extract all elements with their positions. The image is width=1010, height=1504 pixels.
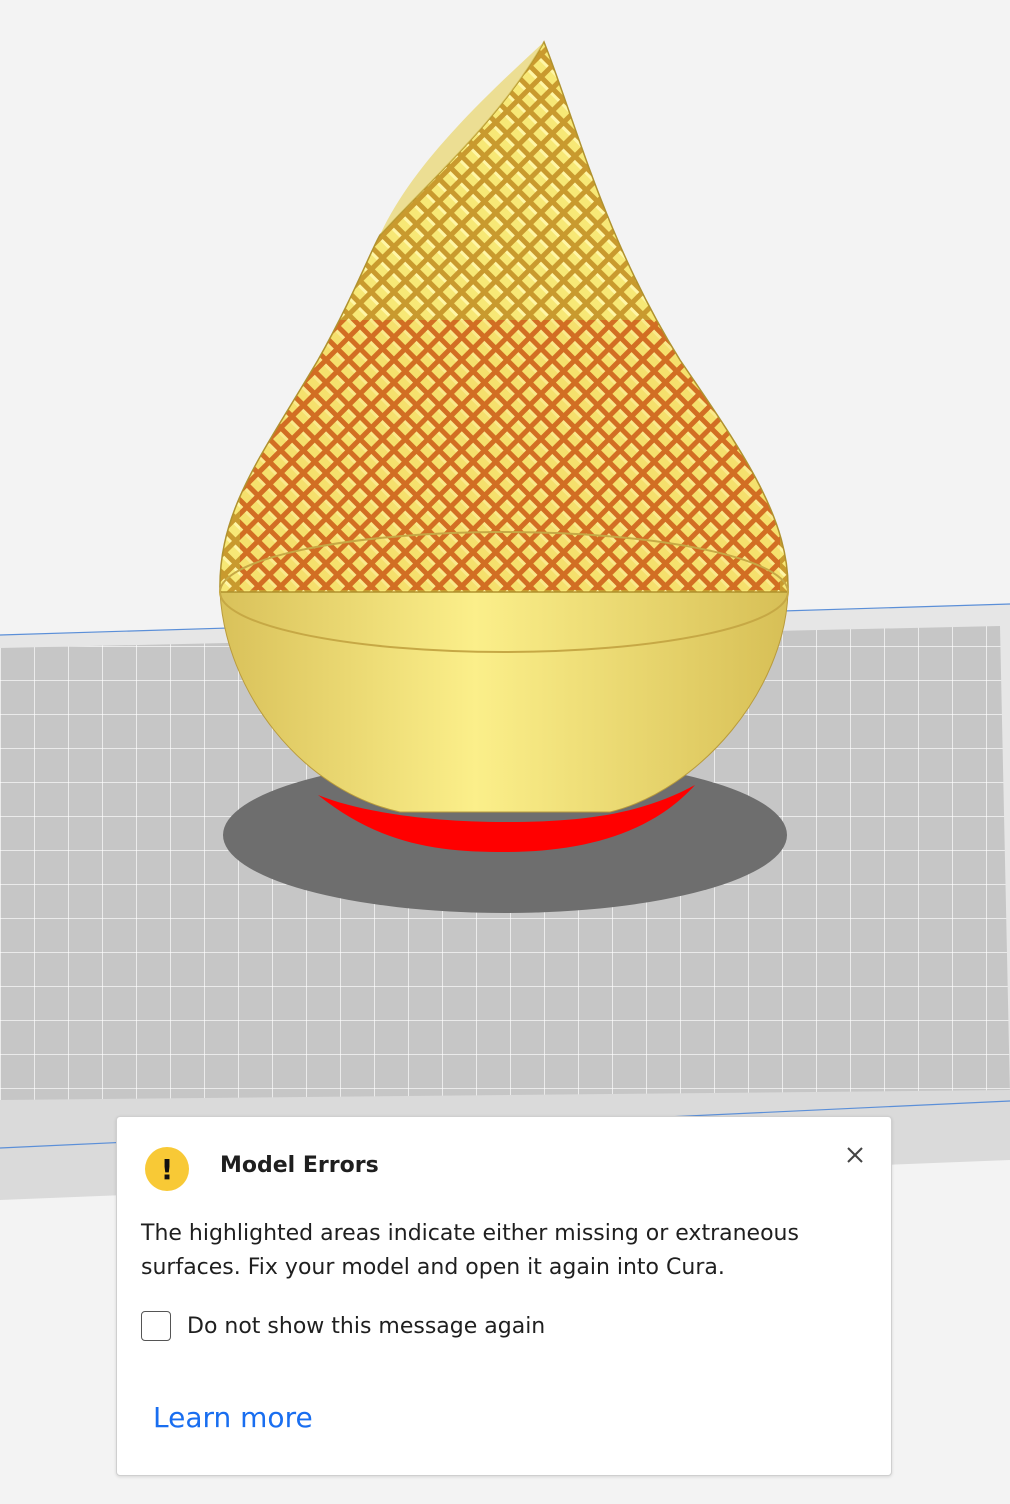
dont-show-again-label[interactable]: Do not show this message again [187,1314,545,1339]
warning-exclamation-icon: ! [145,1147,189,1191]
dont-show-again-row[interactable]: Do not show this message again [141,1311,545,1341]
toast-message: The highlighted areas indicate either mi… [141,1221,799,1280]
close-button[interactable] [841,1141,869,1169]
close-icon [847,1147,863,1163]
learn-more-link[interactable]: Learn more [153,1401,313,1434]
dont-show-again-checkbox[interactable] [141,1311,171,1341]
model-errors-toast: ! Model Errors The highlighted areas ind… [116,1116,892,1476]
toast-title: Model Errors [220,1153,379,1178]
